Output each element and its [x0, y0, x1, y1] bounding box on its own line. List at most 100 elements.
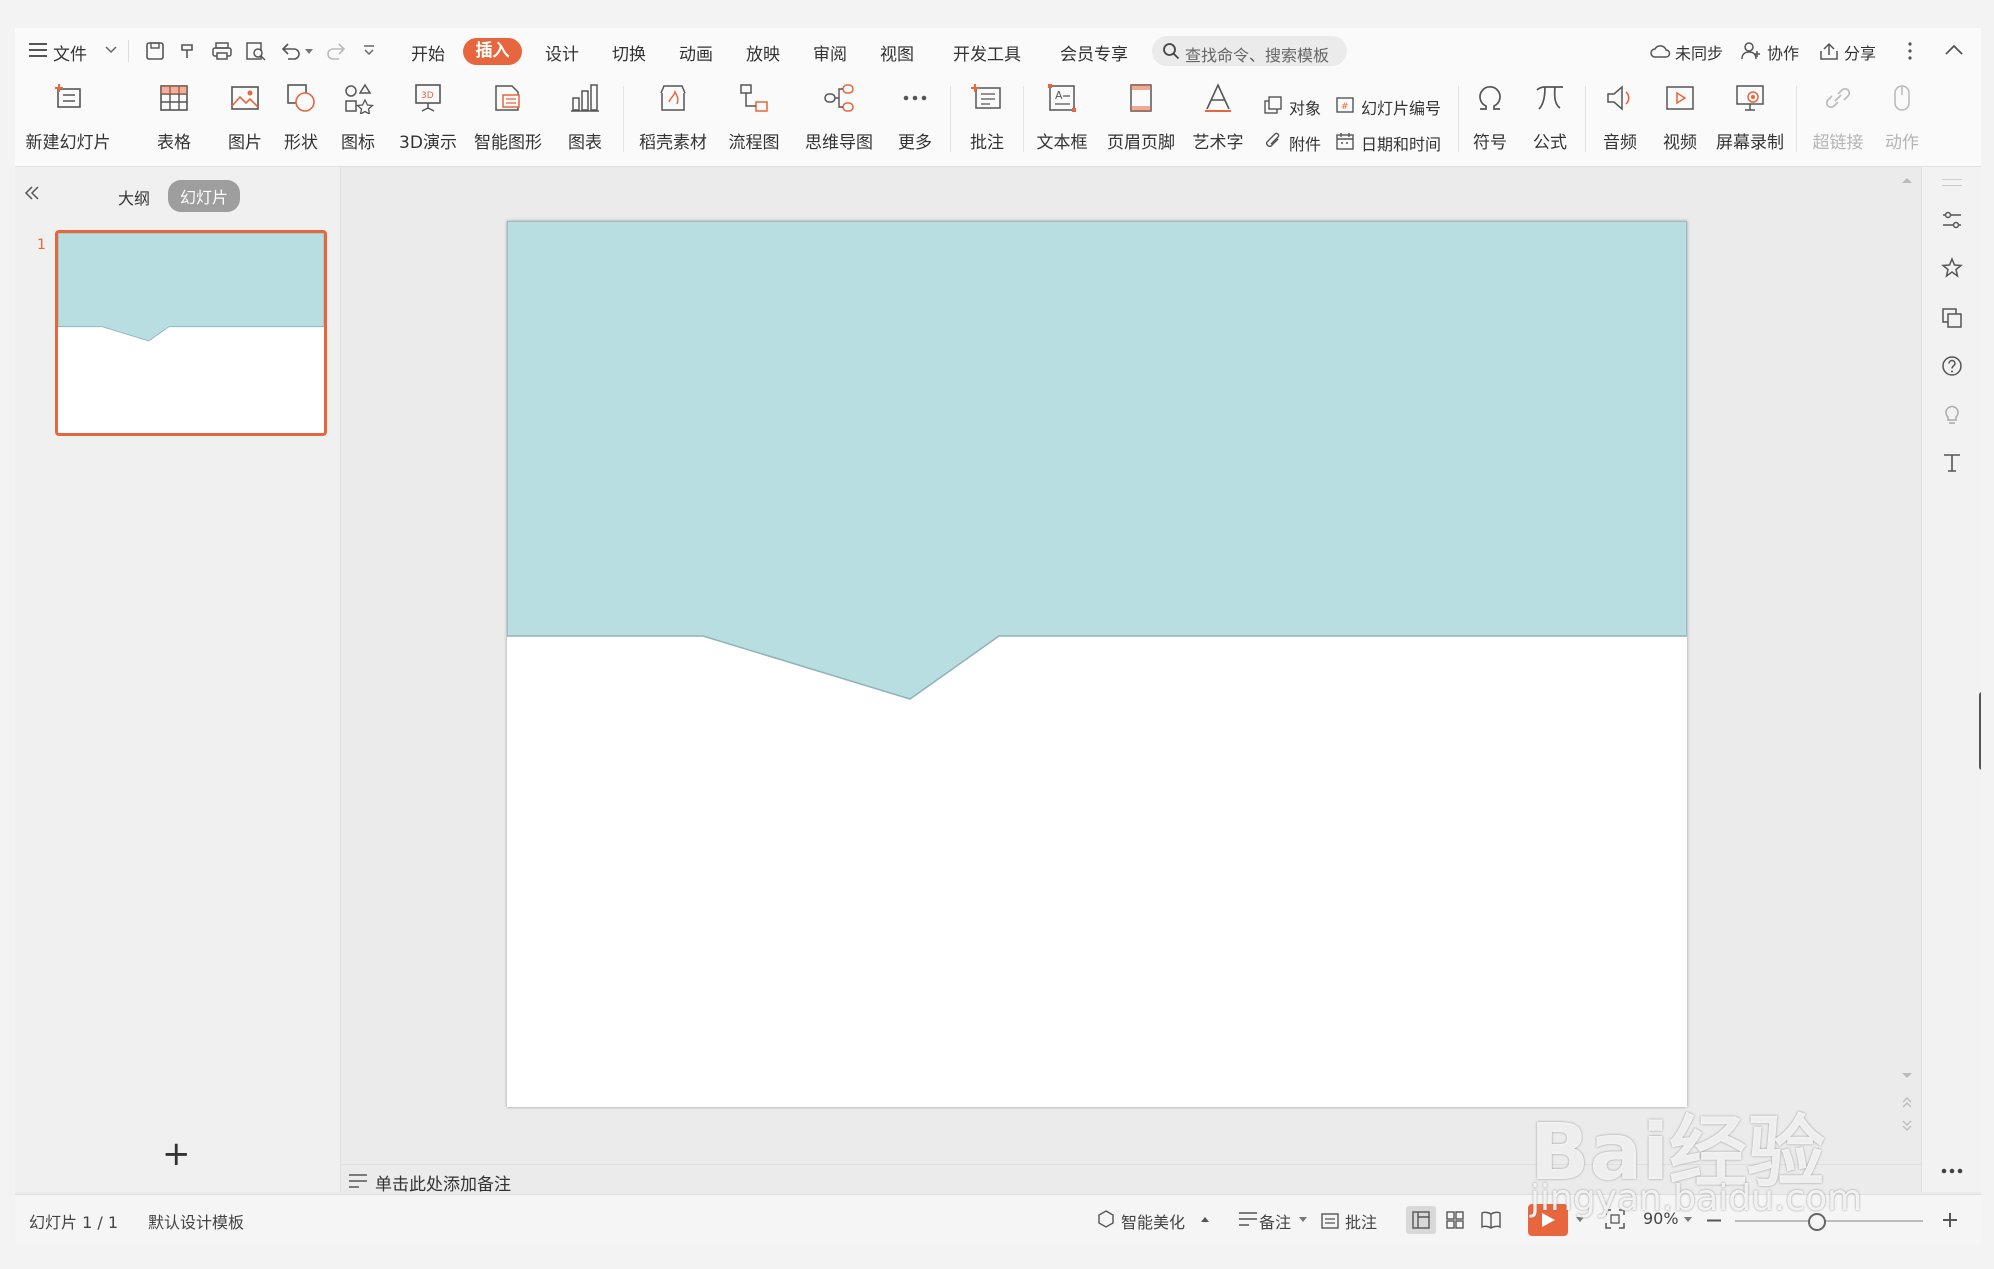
material-shop-icon	[660, 85, 686, 111]
undo-dropdown-icon[interactable]	[305, 49, 313, 54]
zoom-out-icon[interactable]	[1707, 1219, 1721, 1222]
datetime-button[interactable]: 日期和时间	[1335, 128, 1453, 154]
smart-beautify-button[interactable]: 智能美化	[1121, 1209, 1185, 1233]
slide-shape-banner[interactable]	[507, 221, 1687, 1107]
hamburger-icon[interactable]	[29, 42, 47, 58]
tab-member[interactable]: 会员专享	[1060, 40, 1128, 65]
more-vertical-icon[interactable]	[1907, 42, 1913, 60]
slide-canvas[interactable]	[507, 221, 1687, 1107]
chart-button[interactable]: 图表	[560, 78, 610, 160]
tab-view[interactable]: 视图	[880, 40, 914, 65]
textbox-button[interactable]: A 文本框	[1031, 78, 1093, 160]
normal-view-button[interactable]	[1406, 1206, 1436, 1234]
slide-thumbnail[interactable]	[55, 230, 327, 436]
drag-handle[interactable]	[1942, 179, 1962, 186]
format-painter-icon[interactable]	[178, 41, 198, 61]
tab-home[interactable]: 开始	[411, 40, 445, 65]
datetime-label: 日期和时间	[1361, 135, 1442, 154]
beautify-icon[interactable]	[1097, 1210, 1115, 1228]
add-slide-button[interactable]: +	[162, 1137, 191, 1171]
3d-demo-button[interactable]: 3D 3D演示	[398, 78, 458, 160]
help-icon[interactable]	[1941, 355, 1963, 377]
audio-button[interactable]: 音频	[1595, 78, 1645, 160]
next-slide-icon[interactable]	[1902, 1120, 1912, 1132]
tab-transition[interactable]: 切换	[612, 40, 646, 65]
smartart-button[interactable]: 智能图形	[469, 78, 547, 160]
notes-dropdown-icon[interactable]	[1299, 1217, 1307, 1222]
customize-quick-access-icon[interactable]	[363, 44, 375, 56]
attachment-button[interactable]: 附件	[1263, 128, 1331, 154]
symbol-button[interactable]: 符号	[1465, 78, 1515, 160]
comments-toggle[interactable]: 批注	[1345, 1209, 1377, 1233]
comment-button[interactable]: 批注	[962, 78, 1012, 160]
side-scroll-handle[interactable]	[1979, 692, 1981, 770]
wordart-button[interactable]: 艺术字	[1183, 78, 1253, 160]
star-magic-icon[interactable]	[1941, 257, 1963, 279]
save-icon[interactable]	[145, 41, 165, 61]
file-menu[interactable]: 文件	[53, 40, 87, 65]
tab-animation[interactable]: 动画	[679, 40, 713, 65]
reading-view-icon[interactable]	[1481, 1211, 1501, 1229]
tab-developer[interactable]: 开发工具	[953, 40, 1021, 65]
zoom-slider-track[interactable]	[1735, 1220, 1923, 1222]
share-button[interactable]: 分享	[1844, 40, 1876, 64]
print-icon[interactable]	[211, 41, 233, 61]
shape-button[interactable]: 形状	[275, 78, 327, 160]
text-format-icon[interactable]	[1941, 451, 1963, 473]
mouse-action-icon	[1894, 85, 1910, 111]
share-icon[interactable]	[1818, 41, 1840, 61]
collapse-ribbon-icon[interactable]	[1945, 44, 1963, 56]
zoom-in-icon[interactable]	[1943, 1213, 1957, 1227]
hyperlink-button[interactable]: 超链接	[1805, 78, 1871, 160]
sync-status[interactable]: 未同步	[1675, 40, 1723, 64]
slide-number-button[interactable]: # 幻灯片编号	[1335, 92, 1450, 118]
design-template[interactable]: 默认设计模板	[148, 1209, 244, 1233]
collaborate-icon[interactable]	[1741, 41, 1763, 61]
cloud-sync-icon[interactable]	[1649, 42, 1671, 60]
collaborate-button[interactable]: 协作	[1767, 40, 1799, 64]
header-footer-button[interactable]: 页眉页脚	[1105, 78, 1177, 160]
video-button[interactable]: 视频	[1655, 78, 1705, 160]
mindmap-button[interactable]: 思维导图	[795, 78, 883, 160]
action-button[interactable]: 动作	[1877, 78, 1927, 160]
picture-button[interactable]: 图片	[220, 78, 270, 160]
properties-icon[interactable]	[1941, 209, 1963, 231]
table-button[interactable]: 表格	[149, 78, 199, 160]
flowchart-button[interactable]: 流程图	[720, 78, 788, 160]
notes-toggle-icon[interactable]	[1239, 1211, 1259, 1227]
icon-button[interactable]: 图标	[333, 78, 383, 160]
prev-slide-icon[interactable]	[1902, 1096, 1912, 1108]
tab-outline[interactable]: 大纲	[118, 185, 150, 209]
material-button[interactable]: 稻壳素材	[633, 78, 713, 160]
scroll-up-icon[interactable]	[1902, 176, 1912, 184]
transition-icon[interactable]	[1941, 307, 1963, 329]
more-button[interactable]: 更多	[890, 78, 940, 160]
3d-demo-label: 3D演示	[399, 133, 457, 153]
flowchart-label: 流程图	[728, 133, 780, 153]
object-button[interactable]: 对象	[1263, 92, 1331, 118]
comment-icon	[971, 84, 1001, 109]
notes-icon	[349, 1174, 367, 1188]
tab-slideshow[interactable]: 放映	[746, 40, 780, 65]
grid-view-icon[interactable]	[1446, 1211, 1464, 1229]
undo-icon[interactable]	[280, 41, 302, 61]
collapse-panel-icon[interactable]	[24, 186, 40, 200]
notes-toggle[interactable]: 备注	[1259, 1209, 1291, 1233]
object-label: 对象	[1289, 99, 1322, 118]
lightbulb-icon[interactable]	[1941, 403, 1963, 425]
chevron-up-icon[interactable]	[1201, 1217, 1209, 1222]
redo-icon[interactable]	[325, 41, 347, 61]
more-options-icon[interactable]	[1941, 1167, 1963, 1175]
scroll-down-icon[interactable]	[1902, 1072, 1912, 1080]
screen-record-button[interactable]: 屏幕录制	[1712, 78, 1788, 160]
comment-toggle-icon[interactable]	[1320, 1210, 1340, 1230]
print-preview-icon[interactable]	[245, 41, 267, 61]
tab-slides[interactable]: 幻灯片	[168, 180, 241, 212]
new-slide-button[interactable]: 新建幻灯片	[25, 78, 111, 160]
tab-design[interactable]: 设计	[545, 40, 579, 65]
chevron-down-icon[interactable]	[105, 46, 117, 54]
tab-insert[interactable]: 插入	[463, 38, 522, 65]
search-box[interactable]: 查找命令、搜索模板	[1152, 36, 1347, 66]
formula-button[interactable]: 公式	[1525, 78, 1575, 160]
tab-review[interactable]: 审阅	[813, 40, 847, 65]
